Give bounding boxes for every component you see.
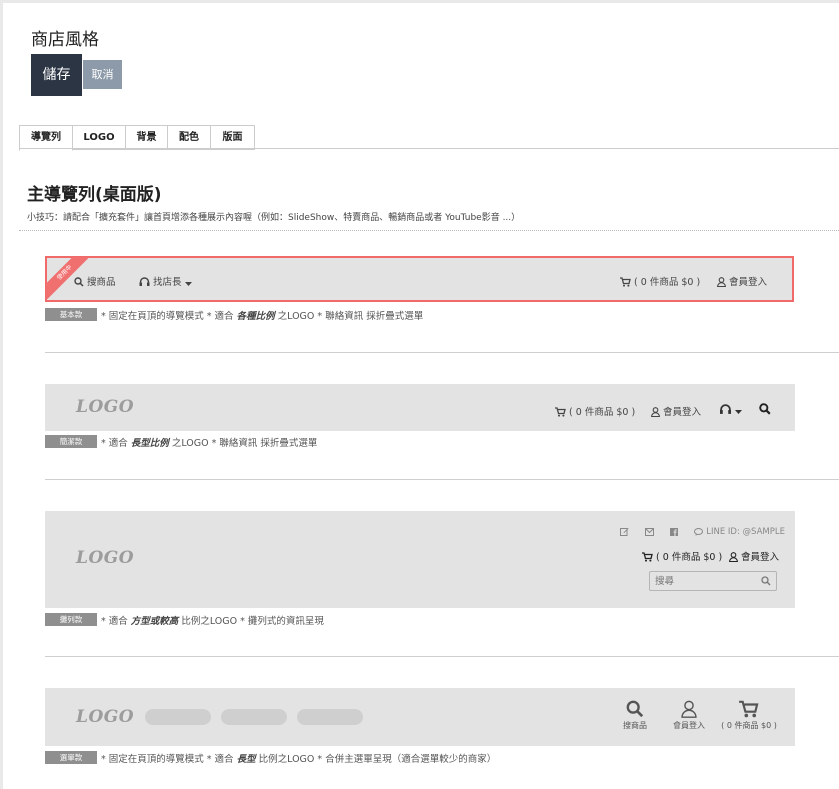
style-description-tiled: * 適合 方型或較高 比例之LOGO * 攤列式的資訊呈現 — [101, 616, 324, 627]
style-description-menu: * 固定在頁頂的導覽模式 * 適合 長型 比例之LOGO * 合併主選單呈現（適… — [101, 754, 497, 765]
cart-icon — [555, 407, 566, 417]
user-icon — [651, 407, 660, 418]
tab-logo[interactable]: LOGO — [73, 125, 126, 150]
divider — [45, 479, 839, 480]
tip-text: 小技巧：請配合「擴充套件」讓首頁增添各種展示內容喔（例如：SlideShow、特… — [27, 213, 521, 223]
style-badge-simple: 簡潔款 — [45, 435, 97, 448]
tabs-divider — [19, 148, 839, 149]
nav-cart-label: ( 0 件商品 $0 ) — [656, 552, 723, 563]
nav-cart-label: ( 0 件商品 $0 ) — [721, 721, 777, 730]
nav-cart-label: ( 0 件商品 $0 ) — [634, 277, 701, 288]
style-badge-basic: 基本款 — [45, 308, 97, 321]
nav-search-label: 搜商品 — [623, 721, 647, 730]
nav-cart-label: ( 0 件商品 $0 ) — [569, 407, 636, 418]
search-icon — [759, 403, 771, 415]
mail-icon — [645, 528, 655, 536]
nav-login-label: 會員登入 — [663, 407, 702, 418]
nav-login-label: 會員登入 — [673, 721, 705, 730]
nav-search-button — [759, 403, 771, 416]
edit-icon — [620, 528, 629, 536]
nav-search-item: 搜商品 — [615, 700, 655, 731]
facebook-icon — [670, 528, 679, 536]
nav-login-label: 會員登入 — [741, 552, 780, 563]
cancel-button[interactable]: 取消 — [83, 60, 122, 89]
chat-bubble-icon — [694, 528, 704, 536]
nav-search-item: 搜商品 — [74, 274, 116, 288]
headset-icon — [139, 277, 150, 286]
caret-down-icon — [184, 282, 192, 286]
tab-background[interactable]: 背景 — [126, 125, 168, 150]
search-input[interactable] — [649, 571, 777, 591]
nav-find-manager-label: 找店長 — [153, 277, 182, 288]
cart-icon — [620, 277, 631, 287]
logo-placeholder: LOGO — [76, 707, 135, 727]
nav-search-label: 搜商品 — [87, 277, 116, 288]
nav-cart-item: ( 0 件商品 $0 ) — [555, 404, 635, 418]
save-button[interactable]: 儲存 — [31, 54, 82, 96]
nav-login-item: 會員登入 — [651, 404, 701, 418]
logo-placeholder: LOGO — [76, 397, 135, 417]
nav-headset-menu — [719, 404, 743, 416]
cart-icon — [739, 700, 759, 718]
user-icon — [729, 552, 738, 563]
nav-find-manager-item: 找店長 — [139, 274, 192, 288]
search-icon — [74, 277, 84, 287]
search-input-icon — [761, 576, 771, 587]
nav-cart-item: ( 0 件商品 $0 ) — [719, 700, 779, 731]
user-icon — [717, 277, 726, 288]
search-icon — [761, 576, 771, 586]
nav-login-item: 會員登入 — [729, 549, 779, 563]
nav-login-label: 會員登入 — [729, 277, 768, 288]
contact-icons-row: LINE ID: @SAMPLE — [620, 526, 785, 537]
menu-placeholder-pill — [221, 709, 287, 725]
nav-login-item: 會員登入 — [717, 274, 767, 288]
tab-colors[interactable]: 配色 — [168, 125, 211, 150]
tab-layout[interactable]: 版面 — [211, 125, 255, 150]
style-description-basic: * 固定在頁頂的導覽模式 * 適合 各種比例 之LOGO * 聯絡資訊 採折疊式… — [101, 311, 424, 322]
tip-divider — [19, 230, 839, 231]
user-icon — [681, 700, 697, 718]
menu-placeholder-pill — [297, 709, 363, 725]
window-top-edge — [0, 0, 839, 3]
divider — [45, 656, 839, 657]
style-badge-menu: 選單款 — [45, 751, 97, 764]
section-title: 主導覽列(桌面版) — [27, 185, 162, 205]
page-title: 商店風格 — [31, 30, 99, 50]
caret-down-icon — [735, 410, 743, 414]
nav-cart-item: ( 0 件商品 $0 ) — [620, 274, 700, 288]
line-id-label: LINE ID: @SAMPLE — [706, 527, 785, 537]
style-description-simple: * 適合 長型比例 之LOGO * 聯絡資訊 採折疊式選單 — [101, 438, 318, 449]
headset-icon — [720, 404, 731, 414]
cart-icon — [642, 552, 653, 562]
search-icon — [626, 700, 644, 718]
divider — [45, 352, 839, 353]
style-badge-tiled: 攤列款 — [45, 613, 97, 626]
settings-tabs: 導覽列 LOGO 背景 配色 版面 — [19, 125, 255, 151]
nav-cart-item: ( 0 件商品 $0 ) — [642, 549, 722, 563]
nav-login-item: 會員登入 — [667, 700, 711, 731]
window-left-edge — [0, 0, 3, 789]
logo-placeholder: LOGO — [76, 548, 135, 568]
menu-placeholder-pill — [145, 709, 211, 725]
